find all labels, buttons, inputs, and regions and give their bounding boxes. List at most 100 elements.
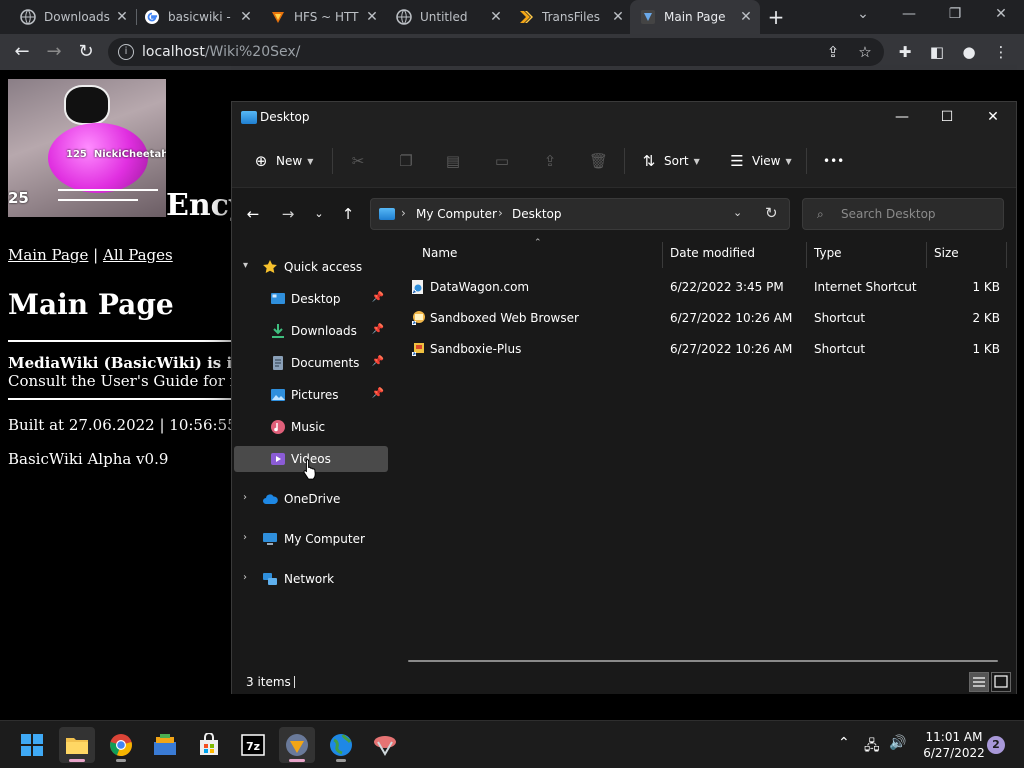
column-separator[interactable] — [662, 242, 663, 268]
chevron-down-icon[interactable]: ▾ — [243, 260, 248, 271]
details-view-button[interactable] — [969, 672, 989, 692]
nav-quick-access[interactable]: ▾ Quick access — [234, 254, 388, 280]
paste-button[interactable]: ▤ — [444, 150, 468, 172]
refresh-icon[interactable]: ↻ — [765, 204, 778, 222]
tab-hfs[interactable]: HFS ~ HTT ✕ — [250, 0, 386, 34]
column-header-name[interactable]: Name — [422, 246, 457, 266]
chevron-right-icon[interactable]: › — [243, 572, 247, 583]
main-page-link[interactable]: Main Page — [8, 246, 88, 264]
breadcrumb[interactable]: › My Computer › Desktop ⌄ ↻ — [370, 198, 790, 230]
more-options-button[interactable]: ••• — [823, 150, 844, 172]
nav-documents[interactable]: Documents 📌 — [234, 350, 388, 376]
side-panel-icon[interactable]: ◧ — [928, 43, 946, 61]
tab-untitled[interactable]: Untitled ✕ — [376, 0, 510, 34]
back-button[interactable]: ← — [12, 42, 32, 62]
cut-button[interactable]: ✂ — [349, 150, 373, 172]
forward-button[interactable]: → — [278, 204, 298, 224]
share-icon[interactable]: ⇪ — [824, 43, 842, 61]
taskbar-sandbox-app[interactable] — [367, 727, 403, 763]
pictures-icon — [271, 389, 285, 401]
search-box[interactable]: ⌕ — [802, 198, 1004, 230]
info-icon[interactable]: i — [118, 44, 134, 60]
taskbar-clock[interactable]: 11:01 AM 6/27/2022 — [918, 729, 990, 761]
column-separator[interactable] — [1006, 242, 1007, 268]
pin-icon[interactable]: 📌 — [372, 356, 384, 367]
network-status-icon[interactable]: 🖧 — [864, 735, 880, 759]
chevron-down-icon[interactable]: ⌄ — [733, 206, 742, 219]
copy-button[interactable]: ❐ — [397, 150, 421, 172]
breadcrumb-desktop[interactable]: Desktop — [512, 207, 562, 221]
all-pages-link[interactable]: All Pages — [103, 246, 173, 264]
tab-search-icon[interactable]: ⌄ — [853, 6, 873, 22]
taskbar-chrome[interactable] — [103, 727, 139, 763]
menu-icon[interactable]: ⋮ — [992, 43, 1010, 61]
nav-onedrive[interactable]: › OneDrive — [234, 486, 388, 512]
rename-button[interactable]: ▭ — [493, 150, 517, 172]
tab-main-page[interactable]: Main Page ✕ — [630, 0, 760, 34]
file-row[interactable]: DataWagon.com 6/22/2022 3:45 PM Internet… — [408, 272, 1010, 302]
notification-badge[interactable]: 2 — [987, 736, 1005, 754]
taskbar-store[interactable] — [191, 727, 227, 763]
star-icon[interactable]: ☆ — [856, 43, 874, 61]
nav-pictures[interactable]: Pictures 📌 — [234, 382, 388, 408]
breadcrumb-my-computer[interactable]: My Computer — [416, 207, 497, 221]
pin-icon[interactable]: 📌 — [372, 388, 384, 399]
nav-my-computer[interactable]: › My Computer — [234, 526, 388, 552]
taskbar-globe-app[interactable] — [323, 727, 359, 763]
pin-icon[interactable]: 📌 — [372, 324, 384, 335]
explorer-title-bar[interactable]: Desktop — ☐ ✕ — [232, 102, 1016, 134]
up-button[interactable]: ↑ — [338, 204, 358, 224]
nav-network[interactable]: › Network — [234, 566, 388, 592]
tab-close-icon[interactable]: ✕ — [738, 9, 754, 25]
volume-icon[interactable]: 🔊 — [889, 735, 906, 751]
nav-downloads[interactable]: Downloads 📌 — [234, 318, 388, 344]
tab-downloads[interactable]: Downloads ✕ — [0, 0, 136, 34]
search-input[interactable] — [841, 206, 991, 222]
forward-button[interactable]: → — [44, 42, 64, 62]
close-icon[interactable]: ✕ — [983, 107, 1003, 127]
address-bar[interactable]: i localhost/Wiki%20Sex/ ⇪ ☆ — [108, 38, 884, 66]
column-header-date[interactable]: Date modified — [670, 246, 755, 266]
chevron-right-icon[interactable]: › — [243, 532, 247, 543]
file-row[interactable]: Sandboxie-Plus 6/27/2022 10:26 AM Shortc… — [408, 334, 1010, 364]
column-header-type[interactable]: Type — [814, 246, 842, 266]
reload-button[interactable]: ↻ — [76, 42, 96, 62]
start-button[interactable] — [14, 727, 50, 763]
recent-locations-button[interactable]: ⌄ — [309, 204, 329, 224]
share-button[interactable]: ⇪ — [541, 150, 565, 172]
new-tab-button[interactable]: + — [766, 7, 786, 27]
delete-button[interactable]: 🗑 — [589, 150, 613, 172]
close-icon[interactable]: ✕ — [991, 6, 1011, 22]
minimize-icon[interactable]: — — [892, 107, 912, 127]
file-row[interactable]: Sandboxed Web Browser 6/27/2022 10:26 AM… — [408, 303, 1010, 333]
taskbar-7zip[interactable]: 7z — [235, 727, 271, 763]
column-separator[interactable] — [806, 242, 807, 268]
tab-transfiles[interactable]: TransFiles ✕ — [498, 0, 632, 34]
minimize-icon[interactable]: — — [899, 6, 919, 22]
extensions-icon[interactable]: ✚ — [896, 43, 914, 61]
horizontal-scrollbar[interactable] — [408, 660, 998, 662]
tiles-view-button[interactable] — [991, 672, 1011, 692]
taskbar-file-explorer[interactable] — [59, 727, 95, 763]
nav-label: Documents — [291, 356, 360, 370]
tab-basicwiki[interactable]: basicwiki - ✕ — [124, 0, 260, 34]
taskbar-hfs[interactable] — [279, 727, 315, 763]
profile-icon[interactable]: ● — [960, 43, 978, 61]
new-button[interactable]: ⊕ New ▼ — [252, 150, 314, 172]
maximize-icon[interactable]: ☐ — [937, 107, 957, 127]
nav-music[interactable]: Music — [234, 414, 388, 440]
restore-icon[interactable]: ❐ — [945, 6, 965, 22]
column-separator[interactable] — [926, 242, 927, 268]
tab-close-icon[interactable]: ✕ — [610, 9, 626, 25]
chevron-right-icon[interactable]: › — [243, 492, 247, 503]
pin-icon[interactable]: 📌 — [372, 292, 384, 303]
url-text[interactable]: localhost/Wiki%20Sex/ — [142, 44, 300, 60]
column-header-size[interactable]: Size — [934, 246, 959, 266]
nav-desktop[interactable]: Desktop 📌 — [234, 286, 388, 312]
sort-button[interactable]: ⇅ Sort ▼ — [640, 150, 700, 172]
show-hidden-icons-button[interactable]: ⌃ — [838, 735, 850, 751]
tab-label: TransFiles — [542, 10, 601, 24]
back-button[interactable]: ← — [243, 204, 263, 224]
taskbar-app-toolbox[interactable] — [147, 727, 183, 763]
view-button[interactable]: ☰ View ▼ — [728, 150, 791, 172]
